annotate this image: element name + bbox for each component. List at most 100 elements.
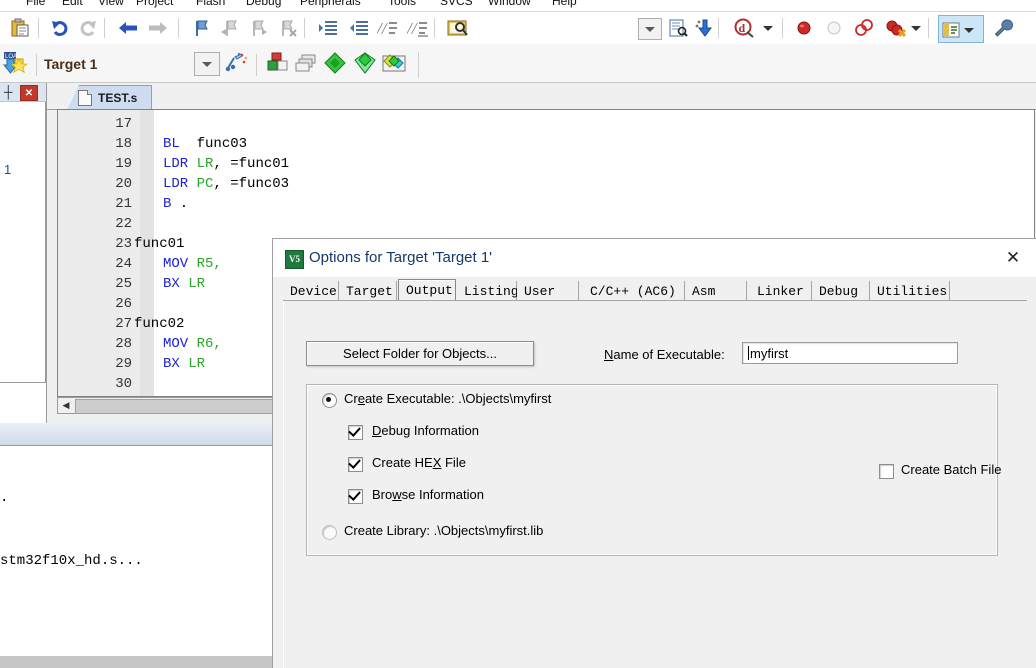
menu-item-help[interactable]: Help <box>552 0 577 8</box>
menu-item-window[interactable]: Window <box>488 0 531 8</box>
breakpoint-disable-icon[interactable] <box>822 16 846 40</box>
build-output-line <box>0 614 272 635</box>
close-icon[interactable]: ✕ <box>20 85 38 101</box>
name-of-executable-input[interactable]: myfirst <box>742 342 958 364</box>
debug-information-checkbox[interactable] <box>348 425 363 440</box>
menu-item-debug[interactable]: Debug <box>246 0 281 8</box>
load-icon[interactable]: LOAD <box>2 50 30 78</box>
breakpoint-kill-all-icon[interactable] <box>882 16 912 40</box>
create-hex-file-checkbox[interactable] <box>348 457 363 472</box>
menu-item-svcs[interactable]: SVCS <box>440 0 473 8</box>
bookmark-prev-icon[interactable] <box>218 16 242 40</box>
create-batch-file-checkbox[interactable] <box>879 464 894 479</box>
create-library-label[interactable]: Create Library: .\Objects\myfirst.lib <box>344 523 543 538</box>
tab-device[interactable]: Device <box>283 281 339 301</box>
toolbar-separator <box>178 18 179 38</box>
menu-item-tools[interactable]: Tools <box>388 0 416 8</box>
dialog-title-bar[interactable]: V5 Options for Target 'Target 1' ✕ <box>273 239 1036 277</box>
chevron-down-icon[interactable] <box>194 52 220 76</box>
code-line: 21 B . <box>58 194 1034 214</box>
bookmark-next-icon[interactable] <box>247 16 271 40</box>
configure-build-icon[interactable] <box>666 16 690 40</box>
create-executable-radio[interactable] <box>322 393 337 408</box>
code-text: BX LR <box>163 276 206 292</box>
build-output-line: . <box>0 490 9 506</box>
multi-project-icon[interactable] <box>322 51 348 75</box>
line-number: 25 <box>115 276 132 292</box>
dialog-tab-bar: Device Target Output Listing User C/C++ … <box>283 279 1027 301</box>
indent-increase-icon[interactable] <box>316 16 340 40</box>
build-output-pane: . stm32f10x_hd.s... ct(8): warning: L631… <box>0 424 280 668</box>
manage-project-items-icon[interactable] <box>265 51 291 75</box>
target-selector[interactable]: Target 1 <box>36 53 216 75</box>
menu-item-project[interactable]: Project <box>136 0 173 8</box>
select-folder-for-objects-button[interactable]: Select Folder for Objects... <box>306 341 534 366</box>
breakpoint-disable-all-icon[interactable] <box>852 16 876 40</box>
find-in-files-icon[interactable] <box>446 16 470 40</box>
menu-item-flash[interactable]: Flash <box>196 0 225 8</box>
bookmark-clear-icon[interactable] <box>276 16 300 40</box>
undo-icon[interactable] <box>48 16 72 40</box>
debug-dropdown-icon[interactable] <box>762 16 774 40</box>
configure-icon[interactable] <box>992 16 1016 40</box>
browse-information-checkbox[interactable] <box>348 489 363 504</box>
tab-listing[interactable]: Listing <box>457 281 519 301</box>
debug-information-label[interactable]: Debug Information <box>372 423 479 438</box>
tab-linker[interactable]: Linker <box>750 281 812 301</box>
project-tree-item[interactable]: 1 <box>4 162 11 177</box>
manage-window-icon[interactable] <box>939 18 963 42</box>
pack-installer-icon[interactable] <box>293 51 319 75</box>
manage-window-button[interactable] <box>938 15 984 43</box>
tab-user[interactable]: User <box>517 281 579 301</box>
create-batch-file-label[interactable]: Create Batch File <box>901 462 1001 477</box>
create-library-radio[interactable] <box>322 525 337 540</box>
create-hex-file-label[interactable]: Create HEX File <box>372 455 466 470</box>
manage-run-time-icon[interactable] <box>352 51 378 75</box>
menu-item-peripherals[interactable]: Peripherals <box>300 0 361 8</box>
tab-c-cpp[interactable]: C/C++ (AC6) <box>583 281 685 301</box>
build-output-text[interactable]: . stm32f10x_hd.s... ct(8): warning: L631… <box>0 446 272 636</box>
redo-icon[interactable] <box>76 16 100 40</box>
toolbar-separator <box>256 54 257 76</box>
breakpoint-insert-icon[interactable] <box>792 16 816 40</box>
batch-build-icon[interactable] <box>381 51 407 75</box>
paste-icon[interactable] <box>8 16 32 40</box>
dropdown-arrow-icon[interactable] <box>638 18 662 40</box>
indent-decrease-icon[interactable] <box>347 16 371 40</box>
uvision-icon: V5 <box>285 250 304 269</box>
menu-item-view[interactable]: View <box>98 0 124 8</box>
menu-item-edit[interactable]: Edit <box>62 0 83 8</box>
code-line: 19 LDR LR, =func01 <box>58 154 1034 174</box>
navigate-backwards-icon[interactable] <box>116 16 140 40</box>
build-output-header <box>0 424 280 446</box>
manage-window-dropdown-icon[interactable] <box>963 18 975 42</box>
options-for-target-icon[interactable] <box>224 51 250 75</box>
create-executable-label[interactable]: Create Executable: .\Objects\myfirst <box>344 391 551 406</box>
project-tree[interactable]: 1 <box>0 102 46 383</box>
breakpoint-dropdown-icon[interactable] <box>910 16 922 40</box>
line-number: 20 <box>115 176 132 192</box>
editor-tab-test-s[interactable]: TEST.s <box>67 85 153 110</box>
bookmark-toggle-icon[interactable] <box>190 16 214 40</box>
tab-target[interactable]: Target <box>339 281 397 301</box>
text-caret <box>748 346 749 360</box>
browse-information-label[interactable]: Browse Information <box>372 487 484 502</box>
dialog-title: Options for Target 'Target 1' <box>309 249 493 266</box>
comment-icon[interactable]: // <box>376 16 400 40</box>
pin-icon[interactable]: ┼ <box>4 85 13 99</box>
menu-item-file[interactable]: File <box>26 0 45 8</box>
code-line: 17 <box>58 114 1034 134</box>
tab-utilities[interactable]: Utilities <box>870 281 950 301</box>
uncomment-icon[interactable]: // <box>406 16 430 40</box>
navigate-forwards-icon[interactable] <box>146 16 170 40</box>
tab-debug[interactable]: Debug <box>812 281 870 301</box>
debug-session-icon[interactable]: d <box>730 16 762 40</box>
tab-asm[interactable]: Asm <box>685 281 747 301</box>
close-icon[interactable]: ✕ <box>993 245 1033 271</box>
tab-output[interactable]: Output <box>398 279 456 301</box>
scroll-left-arrow-icon[interactable]: ◀ <box>58 398 74 413</box>
toolbar-separator <box>782 18 783 38</box>
svg-text://: // <box>407 19 419 38</box>
download-icon[interactable] <box>692 16 716 40</box>
line-number: 26 <box>115 296 132 312</box>
